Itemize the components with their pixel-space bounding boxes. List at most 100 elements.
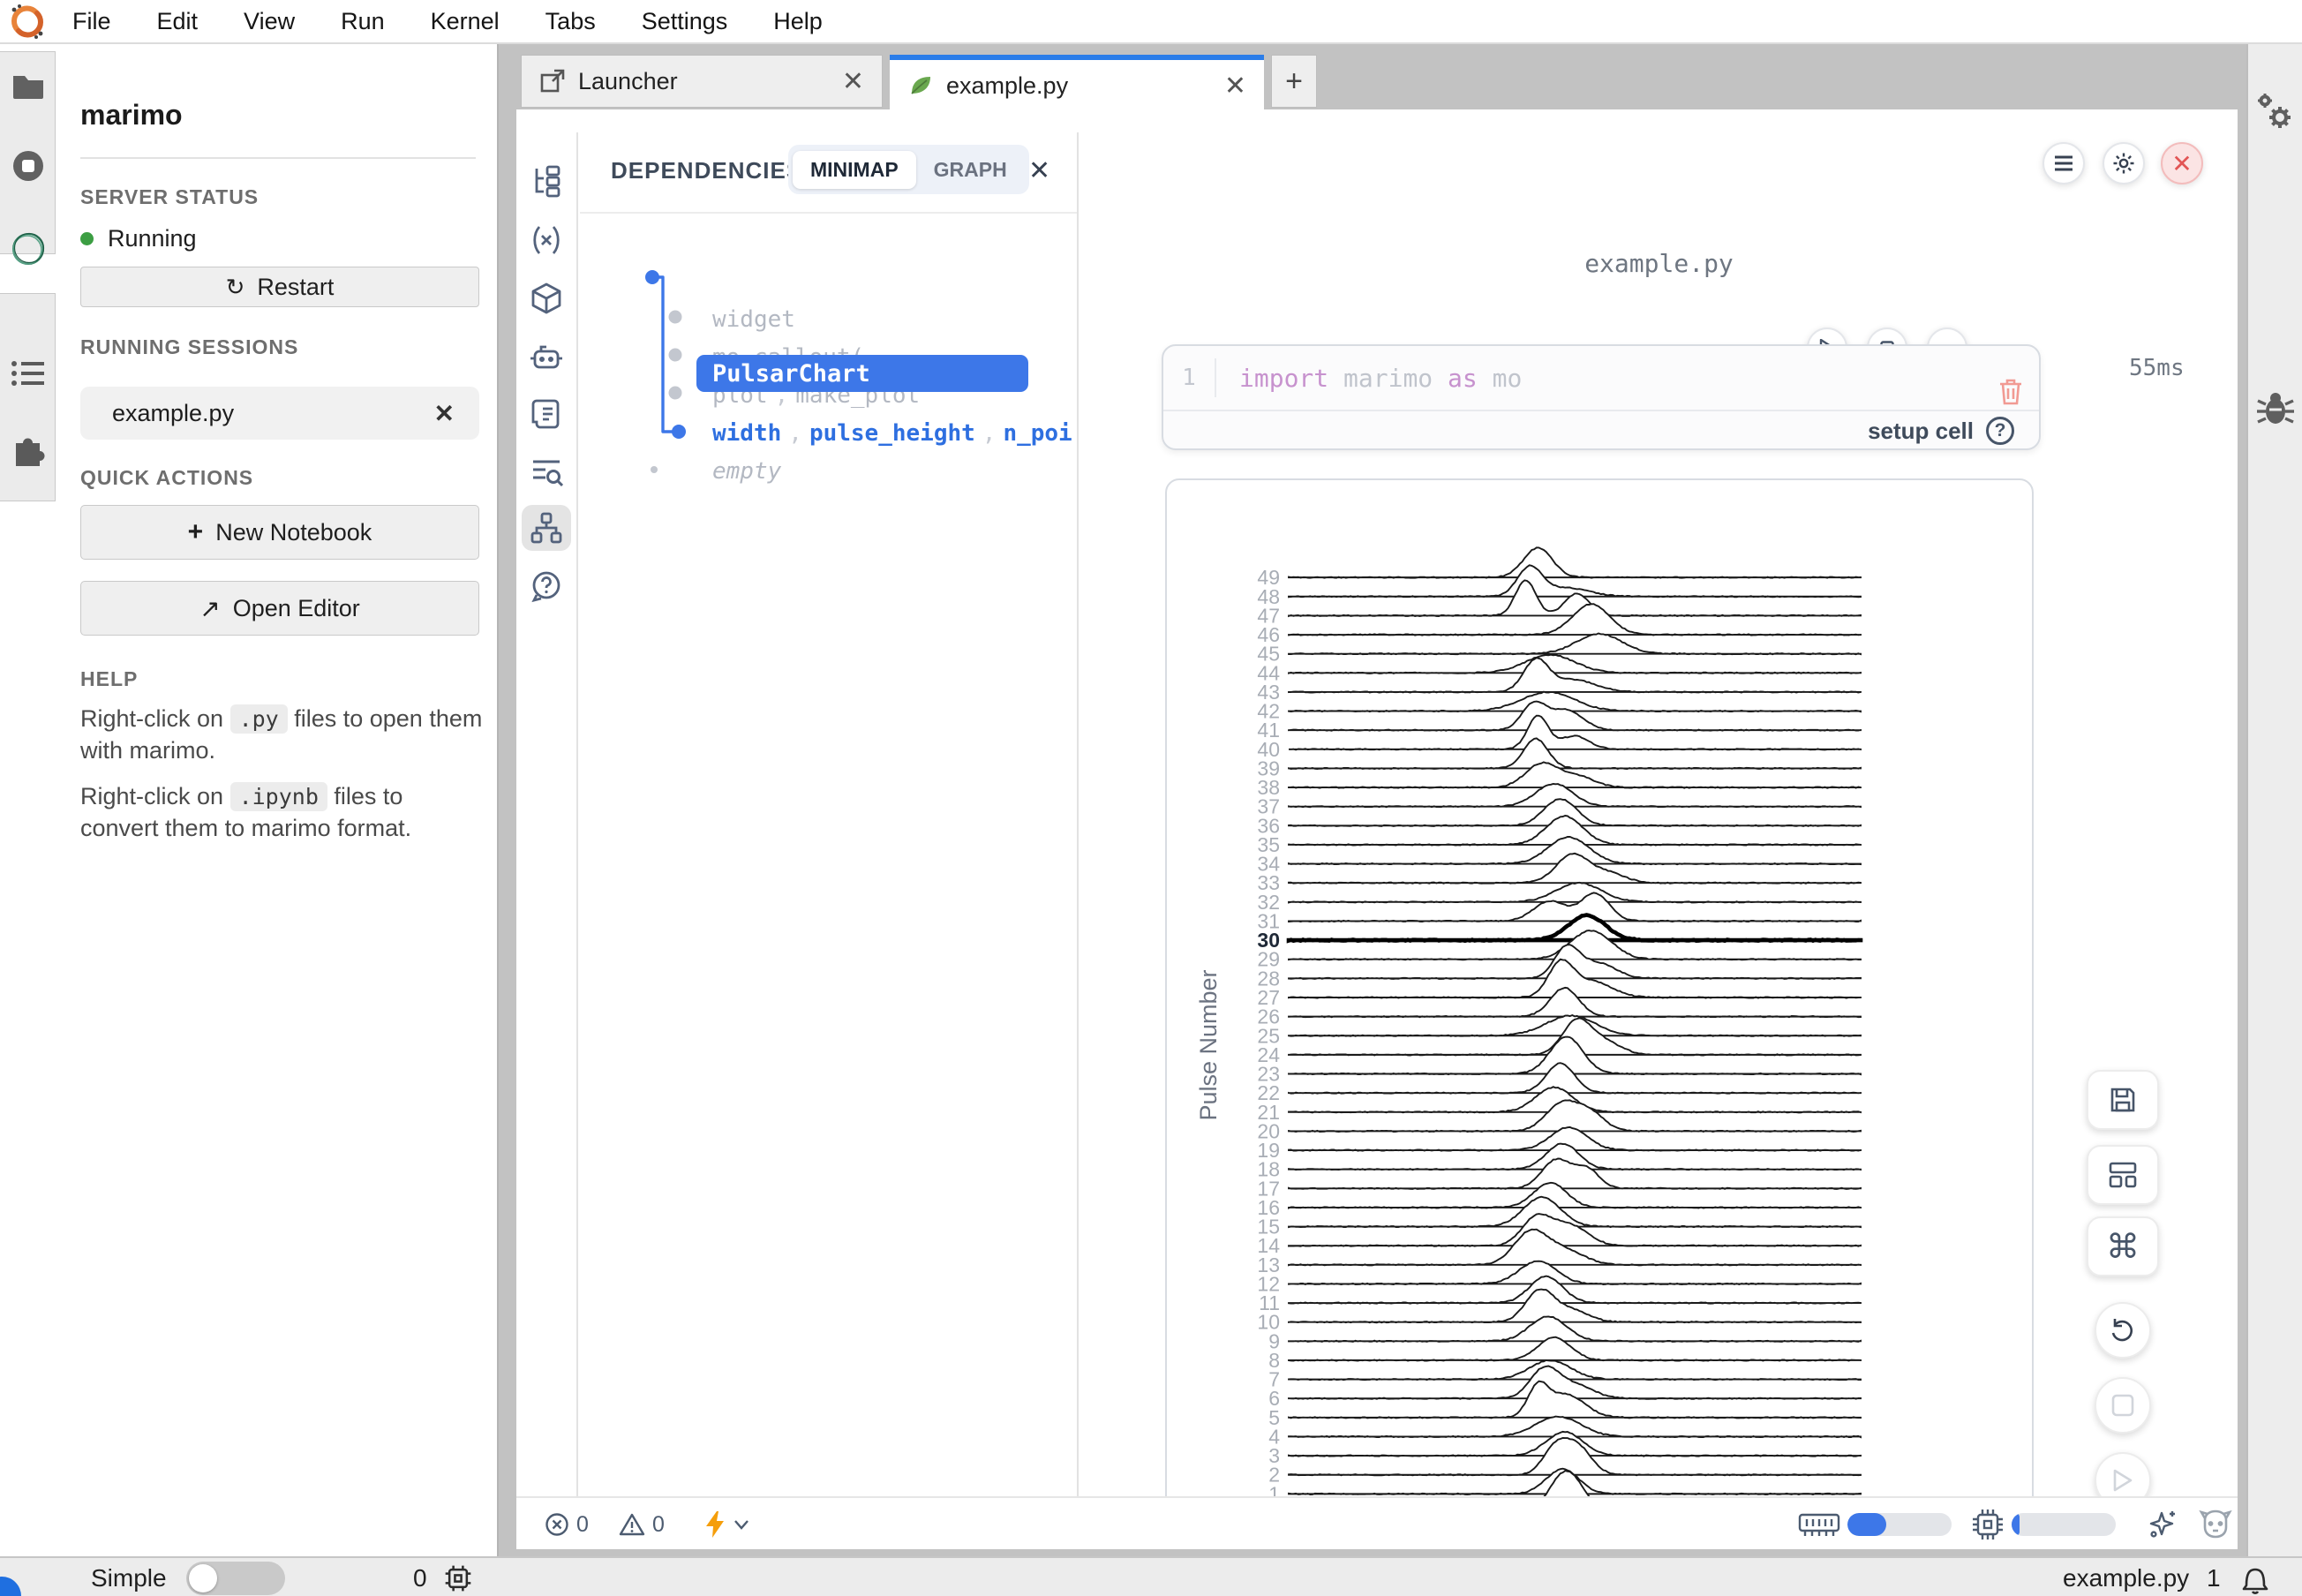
y-axis-title: Pulse Number <box>1195 969 1222 1120</box>
notification-count: 1 <box>2207 1558 2221 1596</box>
notebook-shutdown-button[interactable]: ✕ <box>2161 142 2203 184</box>
debugger-bug-icon[interactable] <box>2255 388 2296 429</box>
dependency-graph-icon[interactable] <box>522 505 571 551</box>
command-palette-button[interactable]: ⌘ <box>2087 1216 2159 1276</box>
setup-code-cell[interactable]: 1 import marimo as mo setup cell ? <box>1162 344 2041 450</box>
toggle-minimap[interactable]: MINIMAP <box>793 151 916 189</box>
menu-file[interactable]: File <box>72 8 111 35</box>
marimo-rings-icon[interactable] <box>9 230 48 268</box>
dependencies-panel: DEPENDENCIES MINIMAP GRAPH ✕ <box>580 132 1079 1496</box>
code-token: import <box>1239 364 1328 393</box>
code-token: mo <box>1478 364 1523 393</box>
open-editor-button[interactable]: ↗ Open Editor <box>80 581 479 636</box>
table-of-contents-icon[interactable] <box>11 360 46 388</box>
minimap-graph-toggle: MINIMAP GRAPH <box>788 145 1029 194</box>
tab-example-py[interactable]: example.py ✕ <box>890 55 1264 111</box>
package-cube-icon[interactable] <box>522 275 571 321</box>
restart-button[interactable]: ↻ Restart <box>80 267 479 307</box>
session-close-icon[interactable]: ✕ <box>434 399 455 428</box>
session-name: example.py <box>112 400 234 427</box>
cell-exec-time: 55ms <box>2129 355 2185 381</box>
notebook-settings-gear-icon[interactable] <box>2103 142 2145 184</box>
menu-tabs[interactable]: Tabs <box>545 8 596 35</box>
status-green-dot <box>80 232 94 245</box>
notebook-menu-button[interactable] <box>2042 142 2085 184</box>
simple-mode-label: Simple <box>91 1564 167 1592</box>
menu-view[interactable]: View <box>244 8 295 35</box>
y-tick-label: 1 <box>1268 1482 1280 1496</box>
bell-icon[interactable] <box>2240 1558 2270 1596</box>
interrupt-button[interactable] <box>2095 1377 2151 1434</box>
marimo-logo-icon <box>7 1 48 41</box>
warnings-indicator[interactable]: 0 <box>619 1498 665 1551</box>
tab-launcher[interactable]: Launcher ✕ <box>521 55 883 108</box>
server-status-value: Running <box>108 225 197 252</box>
variables-icon[interactable] <box>522 217 571 263</box>
logs-scroll-icon[interactable] <box>522 391 571 437</box>
restart-icon: ↻ <box>226 274 245 301</box>
cpu-icon <box>1971 1508 2005 1541</box>
tree-token: widget <box>712 306 795 333</box>
marimo-sidebar-panel: marimo SERVER STATUS Running ↻ Restart R… <box>56 44 499 1556</box>
session-item[interactable]: example.py ✕ <box>80 387 479 440</box>
notebook-title: example.py <box>1080 249 2238 278</box>
save-button[interactable] <box>2087 1070 2159 1130</box>
pulse-ridge-42 <box>1289 692 1861 711</box>
help-line-py: Right-click on .py files to open them wi… <box>80 703 486 767</box>
run-all-button[interactable] <box>2095 1452 2151 1496</box>
puzzle-extension-icon[interactable] <box>10 431 47 468</box>
kernel-status[interactable]: 0 <box>413 1558 473 1596</box>
command-icon: ⌘ <box>2106 1227 2140 1266</box>
toggle-graph[interactable]: GRAPH <box>916 151 1025 189</box>
tree-token: empty <box>712 458 781 485</box>
simple-mode-control: Simple <box>91 1558 285 1596</box>
copilot-cat-icon[interactable] <box>2199 1498 2232 1551</box>
ai-sparkle-icon[interactable] <box>2148 1498 2179 1551</box>
run-mode-indicator[interactable] <box>703 1498 749 1551</box>
help-bubble-icon[interactable] <box>522 563 571 609</box>
undo-button[interactable] <box>2095 1302 2151 1359</box>
file-tree-icon[interactable] <box>522 159 571 205</box>
plus-icon: + <box>188 517 204 547</box>
current-file-indicator: example.py <box>2063 1558 2189 1596</box>
memory-usage <box>1798 1498 1952 1551</box>
pulse-ridge-44 <box>1289 655 1861 674</box>
tree-node-selected[interactable]: PulsarChart <box>696 355 1028 392</box>
ipynb-extension-chip: .ipynb <box>230 782 327 811</box>
simple-mode-toggle[interactable] <box>186 1562 285 1595</box>
tree-node-stale[interactable]: widget <box>712 302 795 337</box>
new-tab-button[interactable]: + <box>1271 55 1317 108</box>
menu-run[interactable]: Run <box>341 8 385 35</box>
ram-icon <box>1798 1509 1840 1540</box>
tab-launcher-close-icon[interactable]: ✕ <box>842 66 864 97</box>
menu-help[interactable]: Help <box>773 8 823 35</box>
ai-robot-icon[interactable] <box>522 335 571 380</box>
tree-node-empty[interactable]: empty <box>712 454 781 489</box>
pulse-ridge-4 <box>1289 1417 1861 1438</box>
menu-items: File Edit View Run Kernel Tabs Settings … <box>72 8 823 35</box>
memory-meter <box>1847 1513 1952 1536</box>
errors-indicator[interactable]: 0 <box>545 1498 589 1551</box>
pulse-ridge-32 <box>1289 883 1861 903</box>
tree-token: pulse_height <box>809 420 975 447</box>
pulse-ridge-48 <box>1289 565 1861 597</box>
help-line-ipynb: Right-click on .ipynb files to convert t… <box>80 780 486 845</box>
tree-node-active[interactable]: width,pulse_height,n_poi <box>712 416 1072 451</box>
search-snippets-icon[interactable] <box>522 448 571 494</box>
dependencies-close-icon[interactable]: ✕ <box>1028 155 1050 186</box>
pulse-ridge-20 <box>1289 1100 1861 1132</box>
delete-cell-trash-icon[interactable] <box>1998 378 2023 406</box>
menu-edit[interactable]: Edit <box>157 8 199 35</box>
file-browser-icon[interactable] <box>11 71 46 101</box>
setup-help-icon[interactable]: ? <box>1986 417 2014 445</box>
menu-kernel[interactable]: Kernel <box>431 8 500 35</box>
property-inspector-gears-icon[interactable] <box>2255 93 2296 133</box>
tab-example-close-icon[interactable]: ✕ <box>1224 71 1246 102</box>
server-status-heading: SERVER STATUS <box>80 185 259 209</box>
new-notebook-button[interactable]: + New Notebook <box>80 505 479 560</box>
menu-settings[interactable]: Settings <box>642 8 728 35</box>
layout-panels-button[interactable] <box>2087 1145 2159 1205</box>
code-line[interactable]: import marimo as mo <box>1239 364 1522 393</box>
running-kernels-icon[interactable] <box>11 148 46 184</box>
chevron-down-icon <box>733 1519 749 1530</box>
